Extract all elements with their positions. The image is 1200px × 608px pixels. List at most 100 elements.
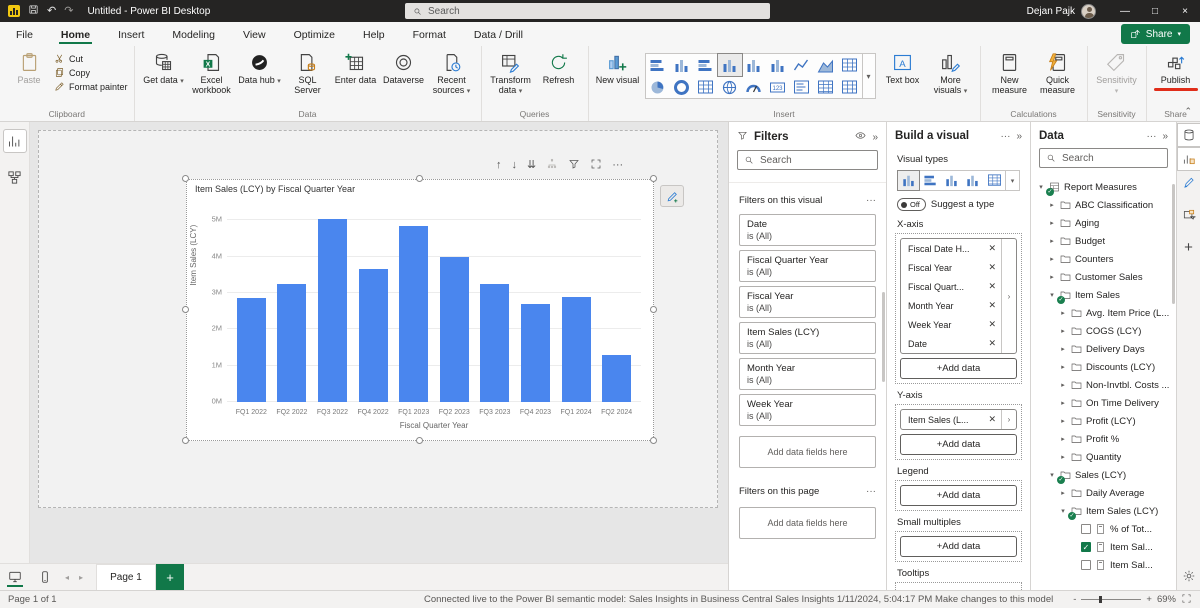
menu-tab-view[interactable]: View <box>241 25 268 44</box>
chevron-right-icon[interactable]: ▸ <box>1059 399 1067 407</box>
redo-icon[interactable]: ↷ <box>64 6 73 17</box>
filter-card-fiscal-quarter-year[interactable]: Fiscal Quarter Yearis (All) <box>739 250 876 282</box>
selection-handle[interactable] <box>416 437 423 444</box>
ribbon-refresh-button[interactable]: Refresh <box>536 50 582 85</box>
menu-tab-home[interactable]: Home <box>59 25 92 44</box>
clustered-column-chart-icon[interactable] <box>962 171 983 190</box>
field-checkbox[interactable] <box>1081 524 1091 534</box>
data-search-input[interactable]: Search <box>1039 148 1168 168</box>
matrix-icon[interactable] <box>838 76 862 98</box>
chevron-down-icon[interactable]: ▾ <box>1048 291 1056 299</box>
100-stacked-bar-chart-icon[interactable] <box>694 54 718 76</box>
chevron-right-icon[interactable]: ▸ <box>1059 309 1067 317</box>
chevron-right-icon[interactable]: ▸ <box>1048 219 1056 227</box>
add-data-button[interactable]: +Add data <box>900 434 1017 455</box>
plus-icon[interactable]: + <box>1178 236 1200 258</box>
chevron-right-icon[interactable]: ▸ <box>1048 201 1056 209</box>
more-options-icon[interactable]: ··· <box>612 160 623 171</box>
save-icon[interactable] <box>28 4 39 18</box>
tree-item-delivery-days[interactable]: ▸Delivery Days <box>1031 340 1176 358</box>
selection-handle[interactable] <box>650 306 657 313</box>
tree-item--of-tot-[interactable]: % of Tot... <box>1031 520 1176 538</box>
filter-card-month-year[interactable]: Month Yearis (All) <box>739 358 876 390</box>
ribbon-recent-sources-button[interactable]: Recent sources ▾ <box>429 50 475 96</box>
filter-card-item-sales-lcy-[interactable]: Item Sales (LCY)is (All) <box>739 322 876 354</box>
make-changes-link[interactable]: Make changes to this model <box>935 594 1053 605</box>
bar-fq3-2023[interactable] <box>480 284 509 402</box>
mobile-layout-icon[interactable] <box>30 564 60 590</box>
tree-item-abc-classification[interactable]: ▸ABC Classification <box>1031 196 1176 214</box>
chevron-right-icon[interactable]: ▸ <box>1059 435 1067 443</box>
selection-handle[interactable] <box>650 437 657 444</box>
bar-fq3-2022[interactable] <box>318 219 347 402</box>
treemap-icon[interactable] <box>694 76 718 98</box>
tree-item-on-time-delivery[interactable]: ▸On Time Delivery <box>1031 394 1176 412</box>
chevron-right-icon[interactable]: ▸ <box>1059 327 1067 335</box>
stacked-bar-chart-icon[interactable] <box>646 54 670 76</box>
ribbon-get-data-button[interactable]: Get data ▾ <box>141 50 187 86</box>
clustered-bar-chart-icon[interactable] <box>742 54 766 76</box>
menu-tab-optimize[interactable]: Optimize <box>292 25 337 44</box>
clustered-bar-chart-icon[interactable] <box>941 171 962 190</box>
line-chart-icon[interactable] <box>790 54 814 76</box>
menu-tab-file[interactable]: File <box>14 25 35 44</box>
close-button[interactable]: × <box>1170 0 1200 22</box>
ribbon-data-hub-button[interactable]: Data hub ▾ <box>237 50 283 86</box>
chevron-right-icon[interactable]: ▸ <box>1059 453 1067 461</box>
model-view-icon[interactable] <box>4 166 26 188</box>
settings-gear-icon[interactable] <box>1177 569 1200 586</box>
remove-field-icon[interactable]: ✕ <box>986 300 998 311</box>
report-canvas[interactable]: ↑ ↓ ⇊ ··· Item Sales (LCY) by Fiscal Qua… <box>30 122 728 563</box>
field-pill-date[interactable]: Date✕ <box>901 334 1001 353</box>
bar-fq2-2023[interactable] <box>440 257 469 402</box>
field-pill-fiscal-quart-[interactable]: Fiscal Quart...✕ <box>901 277 1001 296</box>
selection-handle[interactable] <box>182 306 189 313</box>
bar-fq1-2024[interactable] <box>562 297 591 402</box>
remove-field-icon[interactable]: ✕ <box>986 243 998 254</box>
expand-all-icon[interactable]: ⇊ <box>527 160 536 171</box>
more-options-icon[interactable]: ··· <box>1146 131 1156 142</box>
more-options-icon[interactable]: ··· <box>866 195 876 206</box>
tree-item-report-measures[interactable]: ▾✓Report Measures <box>1031 178 1176 196</box>
chevron-down-icon[interactable]: ▾ <box>1059 507 1067 515</box>
more-options-icon[interactable]: ··· <box>866 486 876 497</box>
chevron-right-icon[interactable]: ▸ <box>1059 345 1067 353</box>
bar-chart-visual[interactable]: Item Sales (LCY) by Fiscal Quarter Year … <box>186 179 654 441</box>
tree-item-item-sal-[interactable]: ✓Item Sal... <box>1031 538 1176 556</box>
expand-field-icon[interactable]: › <box>1001 239 1016 353</box>
suggest-type-toggle[interactable]: Off <box>897 198 926 211</box>
bar-fq2-2022[interactable] <box>277 284 306 402</box>
chevron-right-icon[interactable]: ▸ <box>1048 273 1056 281</box>
selection-handle[interactable] <box>182 437 189 444</box>
user-name[interactable]: Dejan Pajk <box>1027 6 1075 17</box>
zoom-out-button[interactable]: - <box>1073 594 1076 605</box>
publish-button[interactable]: Publish <box>1153 50 1199 91</box>
chevron-right-icon[interactable]: ▸ <box>1059 381 1067 389</box>
ribbon-copy-button[interactable]: Copy <box>54 67 128 78</box>
titlebar-search-input[interactable]: Search <box>405 3 770 19</box>
field-pill-fiscal-date-h-[interactable]: Fiscal Date H...✕ <box>901 239 1001 258</box>
text-box-button[interactable]: A Text box <box>880 50 926 85</box>
bar-fq2-2024[interactable] <box>602 355 631 402</box>
menu-tab-data-drill[interactable]: Data / Drill <box>472 25 525 44</box>
gallery-expand-chevron[interactable]: ▾ <box>862 54 875 98</box>
user-avatar[interactable] <box>1081 4 1096 19</box>
build-visual-icon[interactable] <box>1178 148 1200 170</box>
tree-item-budget[interactable]: ▸Budget <box>1031 232 1176 250</box>
table-icon[interactable] <box>814 76 838 98</box>
field-pill-fiscal-year[interactable]: Fiscal Year✕ <box>901 258 1001 277</box>
field-checkbox[interactable] <box>1081 560 1091 570</box>
menu-tab-help[interactable]: Help <box>361 25 387 44</box>
ribbon-excel-workbook-button[interactable]: XExcel workbook <box>189 50 235 96</box>
tree-item-cogs-lcy-[interactable]: ▸COGS (LCY) <box>1031 322 1176 340</box>
scrollbar[interactable] <box>1172 184 1175 304</box>
remove-field-icon[interactable]: ✕ <box>986 338 998 349</box>
menu-tab-modeling[interactable]: Modeling <box>170 25 217 44</box>
more-options-icon[interactable]: ··· <box>1000 131 1010 142</box>
funnel-chart-icon[interactable] <box>838 54 862 76</box>
maximize-button[interactable]: □ <box>1140 0 1170 22</box>
gauge-icon[interactable] <box>742 76 766 98</box>
field-pill-week-year[interactable]: Week Year✕ <box>901 315 1001 334</box>
tree-item-counters[interactable]: ▸Counters <box>1031 250 1176 268</box>
add-filter-field-dropzone[interactable]: Add data fields here <box>739 507 876 539</box>
